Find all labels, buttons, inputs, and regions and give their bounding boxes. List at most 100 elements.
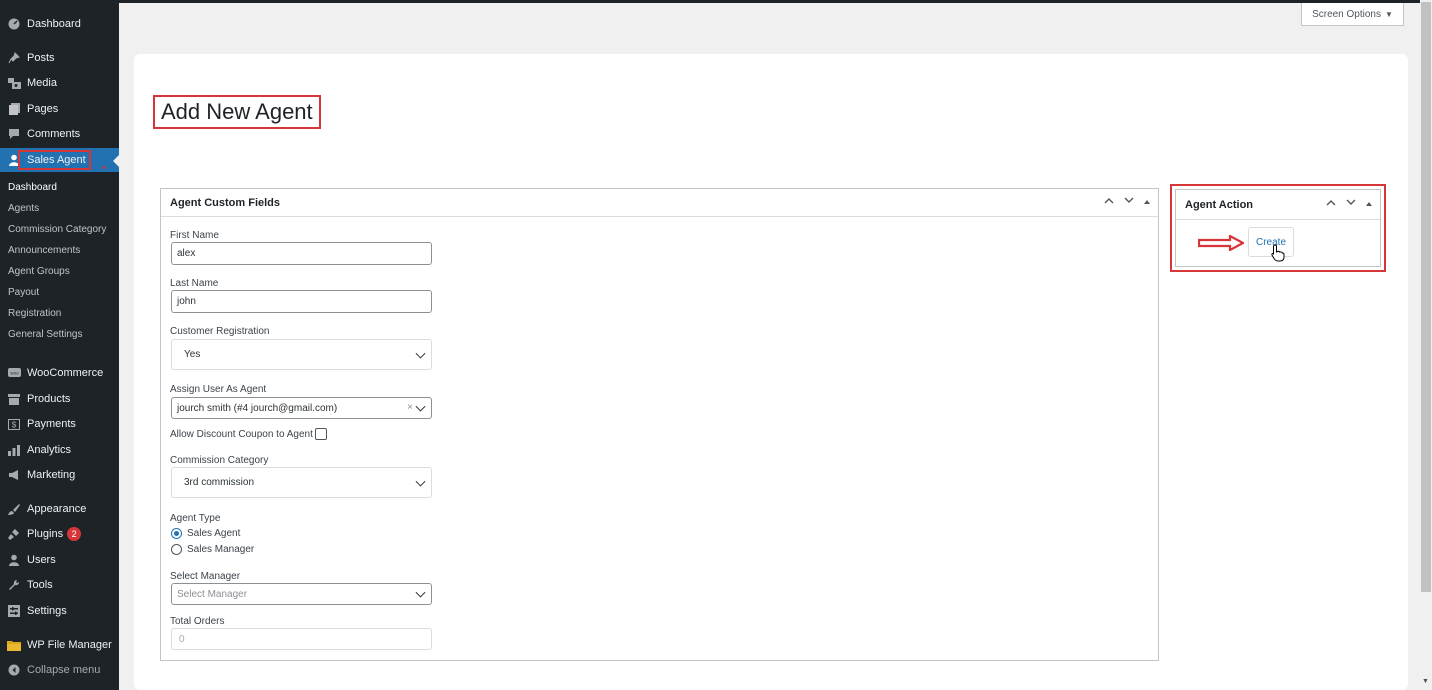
- submenu-item-announcements[interactable]: Announcements: [8, 243, 80, 259]
- box-controls: [1104, 196, 1150, 207]
- dashboard-icon: [7, 17, 21, 31]
- agent-type-option-sales-manager[interactable]: Sales Manager: [171, 544, 254, 555]
- select-manager-select[interactable]: Select Manager: [171, 583, 432, 605]
- select-manager-label: Select Manager: [170, 571, 241, 582]
- fields-box-title: Agent Custom Fields: [170, 196, 281, 209]
- top-bar: [0, 0, 1432, 3]
- total-orders-value: 0: [179, 633, 185, 645]
- total-orders-label: Total Orders: [170, 616, 225, 627]
- first-name-label: First Name: [170, 230, 219, 241]
- sidebar-item-plugins[interactable]: Plugins 2: [0, 522, 119, 546]
- discount-coupon-row: Allow Discount Coupon to Agent: [170, 428, 327, 440]
- comment-icon: [7, 127, 21, 141]
- commission-category-value: 3rd commission: [184, 477, 255, 488]
- assign-user-label: Assign User As Agent: [170, 384, 267, 395]
- sales-agent-highlight-box: [18, 150, 91, 170]
- sidebar-item-label: Tools: [27, 579, 53, 591]
- sidebar-item-label: Plugins: [27, 528, 64, 540]
- sidebar-item-label: Marketing: [27, 469, 76, 481]
- sidebar-item-woocommerce[interactable]: woo WooCommerce: [0, 361, 119, 385]
- sidebar-item-label: Posts: [27, 52, 55, 64]
- sidebar-item-label: Media: [27, 77, 57, 89]
- sidebar-item-label: WooCommerce: [27, 367, 104, 379]
- sidebar-item-products[interactable]: Products: [0, 387, 119, 411]
- sidebar-item-marketing[interactable]: Marketing: [0, 463, 119, 487]
- radio-checked[interactable]: [171, 528, 182, 539]
- sidebar-item-appearance[interactable]: Appearance: [0, 497, 119, 521]
- sidebar-item-settings[interactable]: Settings: [0, 599, 119, 623]
- select-manager-placeholder: Select Manager: [177, 588, 248, 600]
- submenu-item-dashboard[interactable]: Dashboard: [8, 180, 57, 196]
- media-icon: [7, 76, 21, 90]
- sidebar-item-posts[interactable]: Posts: [0, 46, 119, 70]
- sidebar-item-comments[interactable]: Comments: [0, 122, 119, 146]
- toggle-panel-icon[interactable]: [1366, 198, 1372, 209]
- highlight-dot: [103, 166, 106, 169]
- sidebar-item-analytics[interactable]: Analytics: [0, 438, 119, 462]
- admin-sidebar: Dashboard Posts Media Pages Comments Sal…: [0, 0, 119, 690]
- agent-type-option-sales-agent[interactable]: Sales Agent: [171, 528, 240, 539]
- folder-icon: [7, 638, 21, 652]
- move-up-icon[interactable]: [1326, 198, 1336, 209]
- move-up-icon[interactable]: [1104, 196, 1114, 207]
- sidebar-item-label: Payments: [27, 418, 76, 430]
- sidebar-item-label: Dashboard: [27, 18, 81, 30]
- customer-registration-select[interactable]: Yes: [171, 339, 432, 370]
- dollar-icon: $: [7, 417, 21, 431]
- sidebar-item-label: Users: [27, 554, 56, 566]
- customer-registration-label: Customer Registration: [170, 326, 270, 337]
- submenu-item-general-settings[interactable]: General Settings: [8, 327, 83, 343]
- first-name-value: alex: [177, 248, 196, 259]
- discount-coupon-label: Allow Discount Coupon to Agent: [170, 428, 313, 440]
- sidebar-item-dashboard[interactable]: Dashboard: [0, 12, 119, 36]
- radio-label: Sales Manager: [187, 544, 255, 555]
- submenu-item-agent-groups[interactable]: Agent Groups: [8, 264, 70, 280]
- dropdown-arrow-icon: ▼: [1385, 9, 1393, 19]
- page-title: Add New Agent: [153, 95, 321, 129]
- first-name-input[interactable]: alex: [171, 242, 432, 265]
- move-down-icon[interactable]: [1346, 198, 1356, 209]
- sidebar-item-wp-file-manager[interactable]: WP File Manager: [0, 633, 119, 657]
- scrollbar-thumb[interactable]: [1421, 2, 1431, 592]
- sidebar-item-label: WP File Manager: [27, 639, 112, 651]
- screen-options-label: Screen Options: [1312, 8, 1381, 20]
- sidebar-item-pages[interactable]: Pages: [0, 97, 119, 121]
- pin-icon: [7, 51, 21, 65]
- plugin-icon: [7, 527, 21, 541]
- sidebar-item-label: Analytics: [27, 444, 72, 456]
- commission-category-select[interactable]: 3rd commission: [171, 467, 432, 498]
- chevron-down-icon: [415, 348, 426, 359]
- move-down-icon[interactable]: [1124, 196, 1134, 207]
- sidebar-item-label: Collapse menu: [27, 664, 101, 676]
- megaphone-icon: [7, 468, 21, 482]
- sidebar-item-tools[interactable]: Tools: [0, 573, 119, 597]
- customer-registration-value: Yes: [184, 349, 201, 360]
- discount-coupon-checkbox[interactable]: [314, 428, 327, 440]
- chevron-down-icon: [415, 587, 426, 598]
- sidebar-item-users[interactable]: Users: [0, 548, 119, 572]
- collapse-menu-button[interactable]: Collapse menu: [0, 658, 119, 682]
- radio-unchecked[interactable]: [171, 544, 182, 555]
- radio-label: Sales Agent: [187, 528, 241, 539]
- agent-type-label: Agent Type: [170, 513, 221, 524]
- fields-box-header: Agent Custom Fields: [161, 189, 1158, 217]
- sidebar-item-payments[interactable]: $ Payments: [0, 412, 119, 436]
- clear-selection-icon[interactable]: ×: [407, 402, 413, 413]
- last-name-input[interactable]: john: [171, 290, 432, 313]
- submenu-item-commission-category[interactable]: Commission Category: [8, 222, 106, 238]
- submenu-item-registration[interactable]: Registration: [8, 306, 61, 322]
- total-orders-input[interactable]: 0: [171, 628, 432, 650]
- toggle-panel-icon[interactable]: [1144, 196, 1150, 207]
- archive-icon: [7, 392, 21, 406]
- active-menu-pointer: [113, 155, 119, 167]
- pages-icon: [7, 102, 21, 116]
- commission-category-label: Commission Category: [170, 455, 269, 466]
- submenu-item-payout[interactable]: Payout: [8, 285, 39, 301]
- submenu-item-agents[interactable]: Agents: [8, 201, 39, 217]
- sidebar-item-label: Appearance: [27, 503, 87, 515]
- sidebar-item-media[interactable]: Media: [0, 71, 119, 95]
- scroll-down-arrow-icon[interactable]: ▼: [1422, 678, 1429, 685]
- plugins-update-badge: 2: [67, 527, 82, 541]
- screen-options-button[interactable]: Screen Options ▼: [1301, 3, 1404, 26]
- assign-user-select[interactable]: jourch smith (#4 jourch@gmail.com) ×: [171, 397, 432, 419]
